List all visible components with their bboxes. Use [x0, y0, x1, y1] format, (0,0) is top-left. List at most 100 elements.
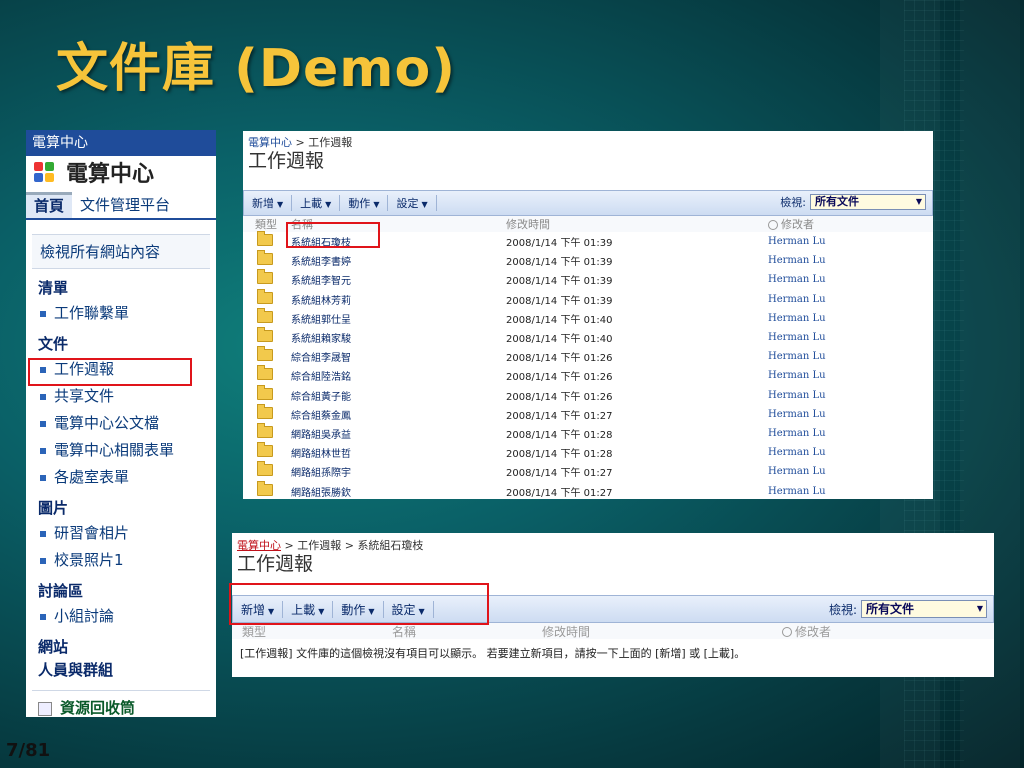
table-row[interactable]: 網路組林世哲 2008/1/14 下午 01:28 Herman Lu: [243, 442, 933, 462]
nav-section-discussions[interactable]: 討論區: [26, 572, 216, 601]
modified-by-link[interactable]: Herman Lu: [768, 428, 933, 439]
highlight-toolbar: [229, 583, 489, 625]
modified-by-link[interactable]: Herman Lu: [768, 294, 933, 305]
actions-menu-button[interactable]: 動作 ▼: [340, 195, 389, 211]
site-header: 電算中心: [26, 156, 216, 188]
table-row[interactable]: 系統組郭仕呈 2008/1/14 下午 01:40 Herman Lu: [243, 307, 933, 328]
name-link[interactable]: 綜合組黃子能: [291, 388, 506, 403]
radio-icon: [782, 627, 792, 637]
modified-cell: 2008/1/14 下午 01:27: [506, 487, 613, 499]
type-cell: [243, 461, 291, 479]
modified-by-link[interactable]: Herman Lu: [768, 486, 933, 497]
type-cell: [243, 307, 291, 326]
nav-item-official-docs[interactable]: 電算中心公文檔: [26, 408, 216, 435]
folder-icon: [257, 365, 273, 381]
recycle-bin-link[interactable]: 資源回收筒: [32, 690, 210, 724]
tab-home[interactable]: 首頁: [26, 192, 73, 218]
type-cell: [243, 442, 291, 460]
view-label: 檢視:: [828, 602, 857, 617]
col-modified[interactable]: 修改時間: [506, 216, 768, 232]
name-link[interactable]: 綜合組李晟智: [291, 349, 506, 364]
view-dropdown[interactable]: 所有文件 ▼: [810, 194, 926, 210]
folder-icon: [257, 288, 273, 304]
table-row[interactable]: 系統組賴家駿 2008/1/14 下午 01:40 Herman Lu: [243, 327, 933, 347]
caret-down-icon: ▼: [421, 200, 428, 209]
view-dropdown[interactable]: 所有文件 ▼: [861, 600, 987, 618]
folder-icon: [257, 327, 273, 343]
modified-by-link[interactable]: Herman Lu: [768, 313, 933, 324]
nav-section-sites[interactable]: 網站: [26, 628, 216, 657]
modified-by-link[interactable]: Herman Lu: [768, 255, 933, 266]
site-bar[interactable]: 電算中心: [26, 130, 216, 156]
table-row[interactable]: 系統組林芳莉 2008/1/14 下午 01:39 Herman Lu: [243, 288, 933, 309]
table-row[interactable]: 網路組張勝欽 2008/1/14 下午 01:27 Herman Lu: [243, 480, 933, 500]
site-title: 電算中心: [66, 162, 155, 187]
nav-item-group-discussion[interactable]: 小組討論: [26, 601, 216, 628]
name-link[interactable]: 系統組李書婷: [291, 253, 506, 268]
modified-by-link[interactable]: Herman Lu: [768, 236, 933, 247]
name-link[interactable]: 網路組林世哲: [291, 445, 506, 460]
modified-by-link[interactable]: Herman Lu: [768, 447, 933, 458]
caret-down-icon: ▼: [277, 200, 284, 209]
type-cell: [243, 480, 291, 499]
modified-by-link[interactable]: Herman Lu: [768, 351, 933, 362]
tab-doc-platform[interactable]: 文件管理平台: [72, 192, 178, 218]
nav-item-seminar-photos[interactable]: 研習會相片: [26, 518, 216, 545]
slide-number: 7/81: [6, 740, 51, 761]
nav-item-related-forms[interactable]: 電算中心相關表單: [26, 435, 216, 462]
table-row[interactable]: 系統組李智元 2008/1/14 下午 01:39 Herman Lu: [243, 269, 933, 289]
folder-icon: [257, 461, 273, 477]
modified-cell: 2008/1/14 下午 01:40: [506, 314, 613, 326]
table-row[interactable]: 網路組孫際宇 2008/1/14 下午 01:27 Herman Lu: [243, 461, 933, 481]
name-link[interactable]: 網路組孫際宇: [291, 464, 506, 479]
new-menu-button[interactable]: 新增 ▼: [244, 195, 293, 211]
name-link[interactable]: 系統組李智元: [291, 272, 506, 287]
nav-item-campus-photos[interactable]: 校景照片1: [26, 545, 216, 572]
modified-by-link[interactable]: Herman Lu: [768, 274, 933, 285]
modified-cell: 2008/1/14 下午 01:27: [506, 410, 613, 422]
name-link[interactable]: 綜合組蔡金鳳: [291, 407, 506, 422]
modified-by-link[interactable]: Herman Lu: [768, 409, 933, 420]
modified-by-link[interactable]: Herman Lu: [768, 370, 933, 381]
nav-section-people-groups[interactable]: 人員與群組: [26, 657, 216, 680]
nav-section-lists[interactable]: 清單: [26, 269, 216, 298]
bullet-icon: [40, 393, 46, 400]
type-cell: [243, 327, 291, 345]
modified-cell: 2008/1/14 下午 01:26: [506, 353, 613, 365]
name-link[interactable]: 系統組郭仕呈: [291, 311, 506, 326]
folder-icon: [257, 422, 273, 438]
type-cell: [243, 403, 291, 422]
settings-menu-button[interactable]: 設定 ▼: [388, 195, 437, 211]
name-link[interactable]: 網路組張勝欽: [291, 484, 506, 499]
modified-cell: 2008/1/14 下午 01:26: [506, 391, 613, 403]
col-modified-by[interactable]: 修改者: [782, 623, 994, 640]
nav-item-office-forms[interactable]: 各處室表單: [26, 462, 216, 489]
breadcrumb-root-link[interactable]: 電算中心: [237, 539, 281, 552]
col-modified[interactable]: 修改時間: [542, 623, 782, 640]
name-link[interactable]: 系統組林芳莉: [291, 292, 506, 307]
col-name[interactable]: 名稱: [392, 623, 542, 640]
col-type[interactable]: 類型: [243, 216, 291, 232]
name-link[interactable]: 網路組吳承益: [291, 426, 506, 441]
table-row[interactable]: 綜合組陸浩銘 2008/1/14 下午 01:26 Herman Lu: [243, 365, 933, 385]
name-link[interactable]: 系統組賴家駿: [291, 330, 506, 345]
bullet-icon: [40, 310, 46, 317]
modified-by-link[interactable]: Herman Lu: [768, 390, 933, 401]
table-row[interactable]: 綜合組黃子能 2008/1/14 下午 01:26 Herman Lu: [243, 384, 933, 405]
nav-section-pictures[interactable]: 圖片: [26, 489, 216, 518]
breadcrumb-root-link[interactable]: 電算中心: [248, 136, 292, 149]
table-row[interactable]: 綜合組李晟智 2008/1/14 下午 01:26 Herman Lu: [243, 346, 933, 366]
upload-menu-button[interactable]: 上載 ▼: [292, 195, 341, 211]
modified-by-link[interactable]: Herman Lu: [768, 466, 933, 477]
table-row[interactable]: 系統組李書婷 2008/1/14 下午 01:39 Herman Lu: [243, 250, 933, 270]
nav-item-work-contact-form[interactable]: 工作聯繫單: [26, 298, 216, 325]
view-all-site-content-link[interactable]: 檢視所有網站內容: [32, 234, 210, 269]
modified-by-link[interactable]: Herman Lu: [768, 332, 933, 343]
breadcrumb-mid-link[interactable]: 工作週報: [297, 539, 341, 552]
col-type[interactable]: 類型: [232, 623, 392, 640]
table-row[interactable]: 網路組吳承益 2008/1/14 下午 01:28 Herman Lu: [243, 422, 933, 443]
col-modified-by[interactable]: 修改者: [768, 216, 933, 232]
nav-section-documents[interactable]: 文件: [26, 325, 216, 354]
table-row[interactable]: 綜合組蔡金鳳 2008/1/14 下午 01:27 Herman Lu: [243, 403, 933, 424]
name-link[interactable]: 綜合組陸浩銘: [291, 368, 506, 383]
